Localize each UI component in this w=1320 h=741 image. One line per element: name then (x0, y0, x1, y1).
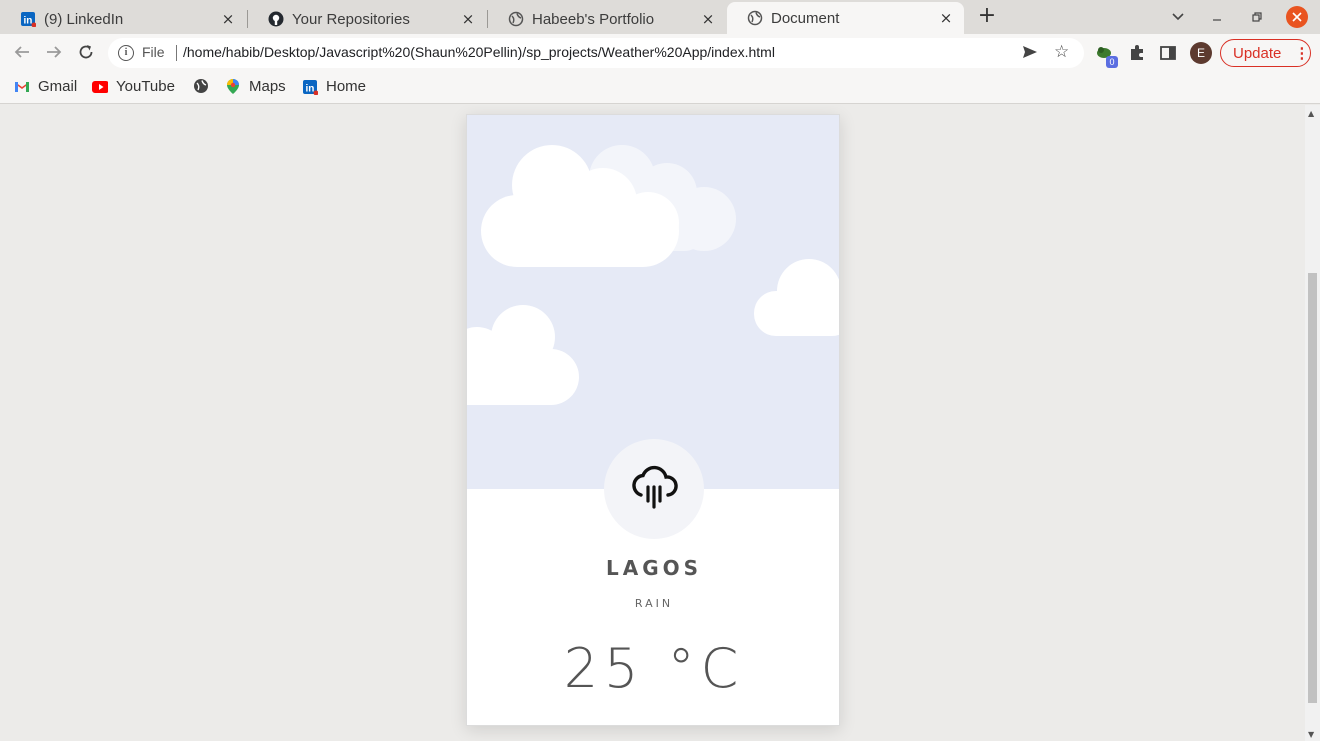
extension-badge: 0 (1106, 56, 1118, 68)
tab-title: Document (771, 9, 840, 27)
weather-condition: RAIN (634, 597, 674, 610)
forward-icon[interactable] (44, 43, 64, 63)
scroll-thumb[interactable] (1308, 273, 1317, 703)
bookmark-label: Gmail (38, 78, 78, 95)
weather-sky-panel (467, 115, 839, 489)
close-icon[interactable]: × (700, 10, 716, 28)
extension-icon[interactable]: 0 (1096, 44, 1118, 68)
bookmark-gmail[interactable]: Gmail (14, 78, 77, 95)
send-icon[interactable] (1022, 44, 1038, 64)
bookmark-maps[interactable]: Maps (225, 78, 286, 95)
window-close-icon[interactable] (1286, 6, 1308, 28)
city-name: LAGOS (605, 556, 703, 580)
new-tab-button[interactable]: + (976, 5, 998, 28)
bookmark-label: Home (326, 78, 367, 95)
site-info-icon[interactable]: i (118, 45, 134, 61)
extensions-puzzle-icon[interactable] (1127, 44, 1147, 64)
address-divider (176, 45, 177, 61)
left-cloud (467, 115, 839, 489)
update-button[interactable]: Update ⋮ (1220, 39, 1311, 67)
weather-icon-badge (604, 439, 704, 539)
minimize-icon[interactable] (1206, 6, 1228, 28)
youtube-icon (92, 79, 108, 95)
tab-repositories[interactable]: Your Repositories × (248, 4, 486, 34)
tab-strip: in (9) LinkedIn × Your Repositories × Ha… (0, 0, 1320, 34)
scroll-up-icon[interactable]: ▲ (1308, 109, 1314, 118)
update-label: Update (1233, 44, 1282, 62)
side-panel-icon[interactable] (1158, 44, 1178, 64)
close-icon[interactable]: × (460, 10, 476, 28)
tab-title: Your Repositories (292, 10, 410, 28)
tab-portfolio[interactable]: Habeeb's Portfolio × (488, 4, 726, 34)
bookmark-globe[interactable] (193, 78, 217, 94)
globe-icon (508, 11, 524, 27)
address-url[interactable]: /home/habib/Desktop/Javascript%20(Shaun%… (183, 44, 775, 60)
rain-cloud-icon (630, 463, 678, 515)
bookmark-label: Maps (249, 78, 286, 95)
scroll-down-icon[interactable]: ▼ (1308, 730, 1314, 739)
address-scheme: File (142, 44, 165, 60)
globe-icon (193, 78, 209, 94)
tab-title: (9) LinkedIn (44, 10, 124, 28)
page-viewport: LAGOS RAIN 25 °C (0, 105, 1305, 741)
reload-icon[interactable] (76, 43, 96, 63)
temperature-reading: 25 °C (563, 637, 745, 700)
close-icon[interactable]: × (220, 10, 236, 28)
tab-linkedin[interactable]: in (9) LinkedIn × (0, 4, 246, 34)
bookmark-home[interactable]: in Home (302, 78, 366, 95)
profile-avatar[interactable]: E (1190, 42, 1212, 64)
bookmark-label: YouTube (116, 78, 175, 95)
browser-toolbar: i File /home/habib/Desktop/Javascript%20… (0, 34, 1320, 72)
bookmark-star-icon[interactable]: ☆ (1054, 42, 1069, 62)
maps-icon (225, 79, 241, 95)
svg-text:in: in (306, 83, 315, 94)
close-icon[interactable]: × (938, 9, 954, 27)
globe-icon (747, 10, 763, 26)
menu-dots-icon: ⋮ (1294, 45, 1310, 62)
github-icon (268, 11, 284, 27)
gmail-icon (14, 79, 30, 95)
tab-title: Habeeb's Portfolio (532, 10, 655, 28)
tab-document[interactable]: Document × (727, 2, 964, 34)
back-icon[interactable] (12, 43, 32, 63)
linkedin-icon: in (20, 11, 36, 27)
page-scrollbar[interactable]: ▲ ▼ (1305, 105, 1320, 741)
bookmark-youtube[interactable]: YouTube (92, 78, 175, 95)
weather-card: LAGOS RAIN 25 °C (466, 114, 840, 726)
linkedin-icon: in (302, 79, 318, 95)
tab-search-icon[interactable] (1167, 6, 1189, 28)
address-bar[interactable]: i File /home/habib/Desktop/Javascript%20… (108, 38, 1084, 68)
restore-icon[interactable] (1246, 6, 1268, 28)
bookmarks-bar: Gmail YouTube Maps in Home (0, 72, 1320, 104)
svg-text:in: in (24, 16, 33, 27)
